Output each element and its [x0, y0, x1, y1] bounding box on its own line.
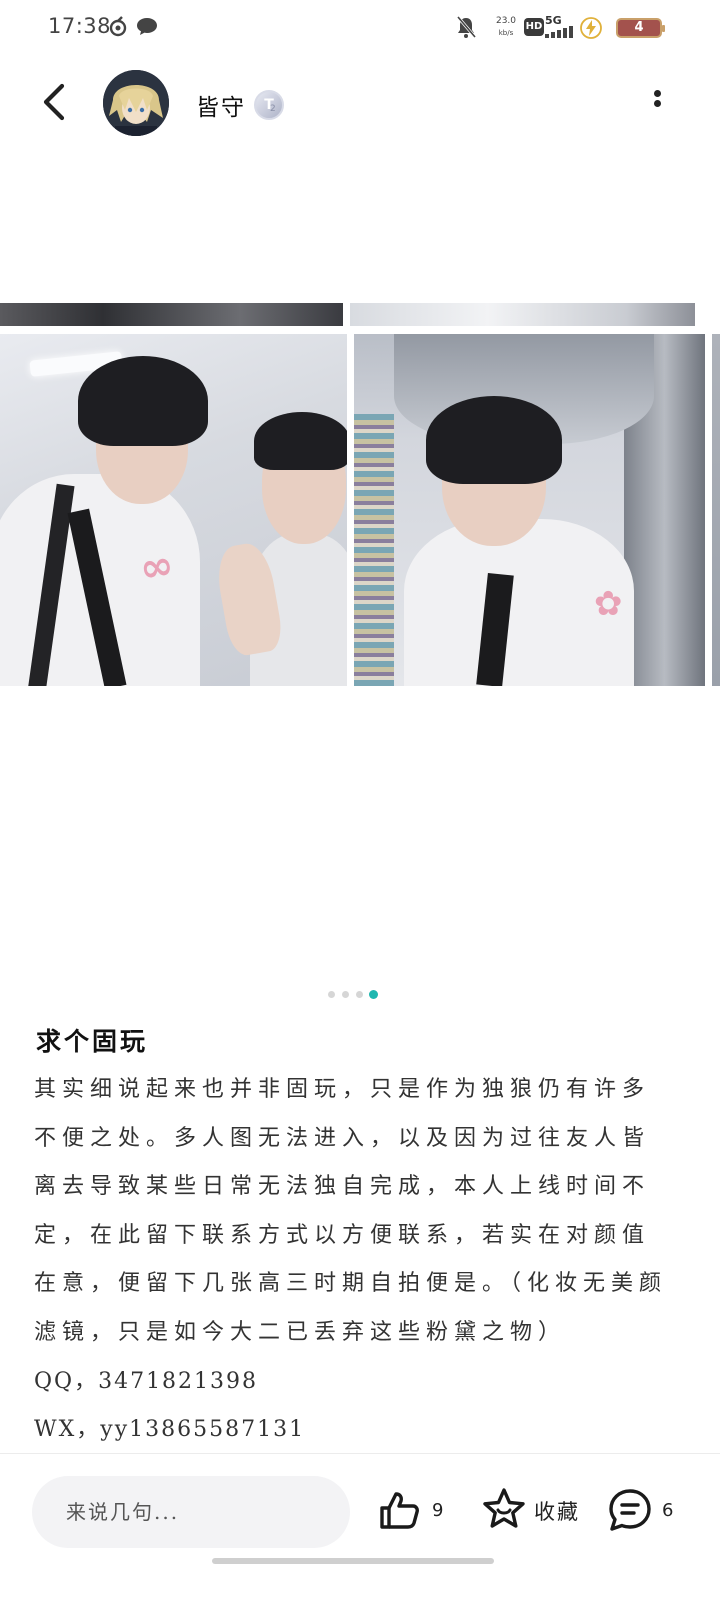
image-carousel[interactable]: ∞ ✿: [0, 303, 720, 688]
hd-badge: HD: [524, 18, 544, 36]
carousel-photo-2[interactable]: ✿: [354, 334, 705, 686]
page-dot-1[interactable]: [328, 991, 335, 998]
avatar[interactable]: [103, 70, 169, 136]
carousel-photo-3-peek[interactable]: [712, 334, 720, 686]
page-dot-3[interactable]: [356, 991, 363, 998]
status-time: 17:38: [48, 14, 112, 38]
comment-icon: [609, 1489, 651, 1531]
page-dot-4-active[interactable]: [369, 990, 378, 999]
comment-button[interactable]: 6: [606, 1482, 686, 1542]
friend-hair: [254, 412, 347, 470]
favorite-button[interactable]: 收藏: [480, 1482, 590, 1542]
avatar-illustration: [103, 70, 169, 136]
home-indicator[interactable]: [212, 1558, 494, 1564]
net-speed-unit: kb/s: [498, 29, 514, 37]
thumbs-up-icon: [380, 1492, 419, 1529]
person-hair: [78, 356, 208, 446]
shirt-graphic-2: ✿: [594, 584, 623, 624]
carousel-prev-strip-left: [0, 303, 343, 326]
username[interactable]: 皆守: [196, 88, 246, 122]
signal-bars-icon: [545, 26, 573, 38]
net-speed-value: 23.0: [495, 16, 517, 26]
post-body: 其实细说起来也并非固玩，只是作为独狼仍有许多不便之处。多人图无法进入，以及因为过…: [34, 1077, 668, 1345]
back-arrow-icon[interactable]: [36, 80, 76, 124]
bottom-action-bar: 9 收藏 6: [0, 1453, 720, 1600]
status-bar: 17:38 23.0 kb/s HD 5G 4: [0, 0, 720, 56]
person-hair-2: [426, 396, 562, 484]
more-vertical-icon[interactable]: [648, 88, 668, 118]
like-button[interactable]: 9: [378, 1482, 448, 1542]
page-dot-2[interactable]: [342, 991, 349, 998]
chat-bubble-icon: [137, 18, 157, 35]
mute-bell-icon: [456, 16, 476, 38]
carousel-photo-1[interactable]: ∞: [0, 334, 347, 686]
charging-bolt-icon: [580, 17, 602, 39]
carousel-page-indicator: [328, 990, 388, 1000]
battery-icon: 4: [616, 18, 665, 38]
bookshelf: [354, 414, 394, 686]
netease-app-icon: [109, 16, 127, 37]
post-header: 皆守 T 2: [0, 60, 720, 150]
contact-qq: QQ，3471821398: [34, 1369, 259, 1394]
level-badge: T: [254, 90, 284, 120]
like-count: 9: [432, 1500, 444, 1521]
comment-count: 6: [662, 1500, 674, 1521]
contact-wx: WX，yy13865587131: [34, 1417, 306, 1442]
net-speed: 23.0 kb/s: [493, 15, 519, 39]
favorite-label: 收藏: [534, 1500, 580, 1524]
carousel-prev-strip-right: [350, 303, 695, 326]
level-badge-number: 2: [270, 104, 276, 114]
star-icon: [483, 1488, 525, 1528]
comment-input[interactable]: [32, 1476, 350, 1548]
post-title: 求个固玩: [36, 1027, 149, 1056]
